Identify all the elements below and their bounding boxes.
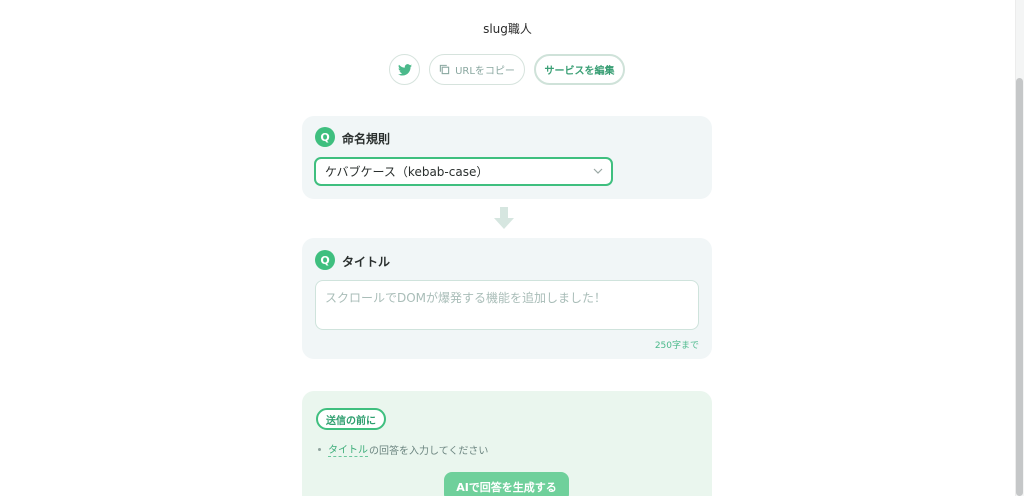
question-card-naming-rule: Q 命名規則 ケバブケース（kebab-case） [302, 116, 712, 199]
question-label: タイトル [342, 255, 391, 269]
select-value: ケバブケース（kebab-case） [325, 165, 489, 179]
title-input[interactable]: スクロールでDOMが爆発する機能を追加しました！ [315, 280, 699, 330]
arrow-down-icon [494, 207, 514, 229]
naming-rule-select[interactable]: ケバブケース（kebab-case） [314, 157, 613, 186]
share-actions: URLをコピー サービスを編集 [389, 54, 625, 85]
scrollbar-thumb[interactable] [1016, 78, 1023, 496]
copy-url-label: URLをコピー [455, 66, 515, 77]
page: slug職人 URLをコピー サービスを編集 Q 命名規則 ケバブケース（keb… [0, 0, 1024, 496]
question-label: 命名規則 [342, 132, 391, 146]
bullet-dot [318, 447, 321, 451]
edit-service-button[interactable]: サービスを編集 [534, 54, 625, 85]
before-submit-badge: 送信の前に [316, 408, 386, 430]
title-question-link[interactable]: タイトル [328, 441, 368, 457]
copy-url-button[interactable]: URLをコピー [429, 54, 525, 85]
validation-notice: タイトル の回答を入力してください [318, 441, 488, 457]
scrollbar[interactable] [1015, 0, 1024, 496]
chevron-down-icon [593, 168, 603, 174]
char-limit-note: 250字まで [654, 341, 699, 351]
notice-text: の回答を入力してください [369, 445, 489, 457]
twitter-bird-icon [397, 63, 412, 76]
question-badge: Q [315, 127, 335, 147]
service-title: slug職人 [483, 22, 532, 36]
question-badge: Q [315, 250, 335, 270]
twitter-share-button[interactable] [389, 54, 420, 85]
question-card-title: Q タイトル スクロールでDOMが爆発する機能を追加しました！ 250字まで [302, 238, 712, 359]
copy-icon [439, 64, 450, 75]
generate-answer-button[interactable]: AIで回答を生成する [444, 472, 569, 496]
submit-panel: 送信の前に タイトル の回答を入力してください AIで回答を生成する [302, 391, 712, 496]
